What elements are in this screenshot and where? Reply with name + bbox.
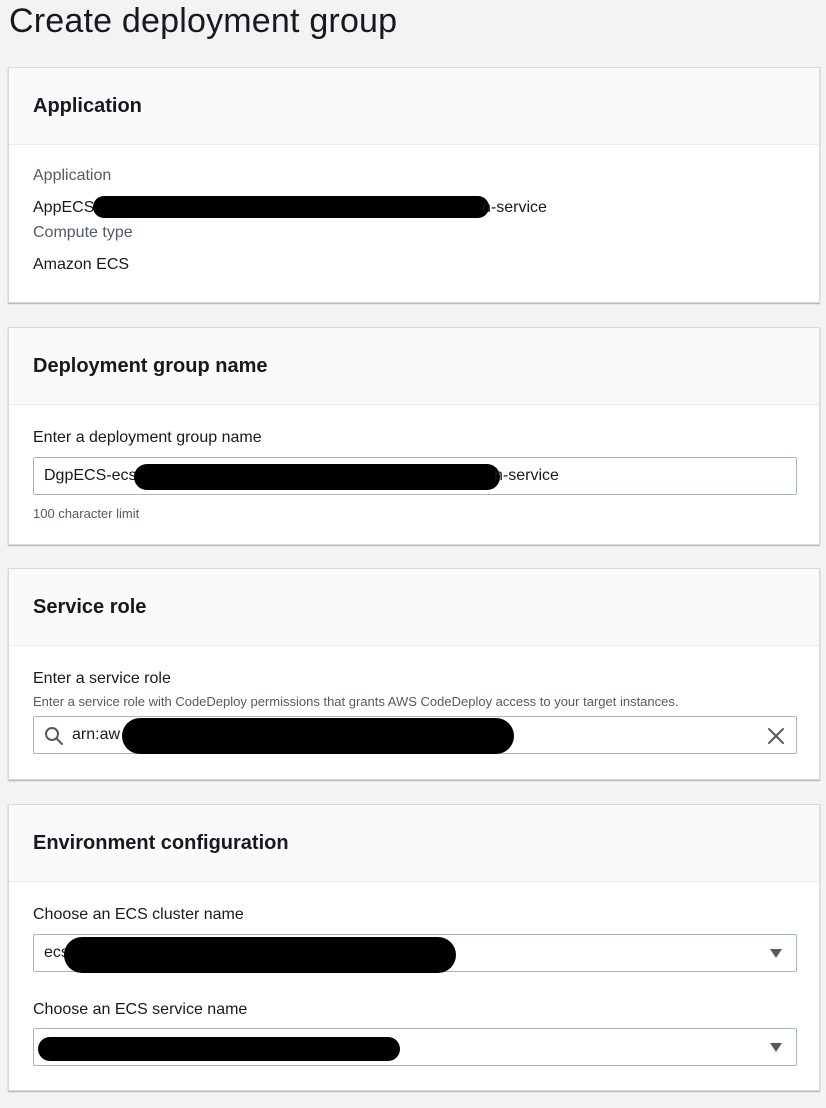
application-value-suffix: n-service [482,199,547,216]
ecs-service-select[interactable] [33,1028,797,1066]
redaction-bar [93,196,489,218]
character-limit-hint: 100 character limit [33,506,140,521]
application-label: Application [33,167,112,184]
deployment-group-name-input[interactable]: DgpECS-ecs n-service [33,457,797,495]
service-role-panel: Service role Enter a service role Enter … [8,568,820,780]
application-panel-title: Application [33,94,142,117]
ecs-cluster-label: Choose an ECS cluster name [33,906,244,923]
search-icon [45,727,63,745]
ecs-service-label: Choose an ECS service name [33,1001,248,1018]
deployment-group-name-value-prefix: DgpECS-ecs [44,467,137,484]
caret-down-icon [770,1043,782,1052]
environment-panel-header: Environment configuration [9,805,819,882]
deployment-group-name-panel: Deployment group name Enter a deployment… [8,327,820,545]
service-role-description: Enter a service role with CodeDeploy per… [33,694,679,709]
compute-type-value: Amazon ECS [33,256,130,273]
service-role-panel-title: Service role [33,595,147,618]
redaction-bar [134,464,500,490]
caret-down-icon [770,949,782,958]
redaction-bar [122,718,514,754]
application-panel-header: Application [9,68,819,145]
redaction-bar [64,937,456,973]
service-role-search-input[interactable]: arn:aw [33,716,797,754]
ecs-cluster-select[interactable]: ecs [33,934,797,973]
deployment-group-name-label: Enter a deployment group name [33,429,262,446]
compute-type-label: Compute type [33,224,133,241]
page-title: Create deployment group [9,2,398,40]
deployment-group-panel-title: Deployment group name [33,354,268,377]
deployment-group-panel-header: Deployment group name [9,328,819,405]
service-role-label: Enter a service role [33,670,171,687]
application-value-prefix: AppECS [33,199,95,216]
close-icon[interactable] [766,726,786,746]
redaction-bar [38,1037,400,1061]
service-role-value-prefix: arn:aw [72,726,121,743]
application-value: AppECS n-service [33,196,593,219]
deployment-group-name-value-suffix: n-service [494,467,559,484]
service-role-panel-header: Service role [9,569,819,646]
environment-configuration-panel: Environment configuration Choose an ECS … [8,804,820,1091]
application-panel: Application Application AppECS n-service… [8,67,820,303]
environment-panel-title: Environment configuration [33,831,289,854]
